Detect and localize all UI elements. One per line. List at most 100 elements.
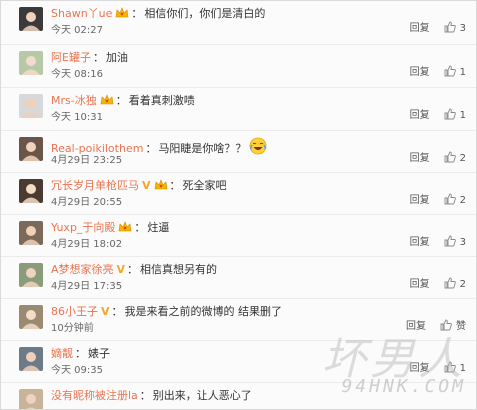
like-button[interactable]: 2 [444, 151, 466, 166]
comment-item: 86小王子 V：我是来看之前的微博的 结果删了 10分钟前 回复 赞 [1, 298, 476, 340]
avatar[interactable] [19, 347, 43, 371]
comment-actions: 回复 2 [410, 277, 466, 292]
like-button[interactable]: 1 [444, 361, 466, 376]
colon-separator: ： [139, 389, 151, 402]
reply-button[interactable]: 回复 [410, 279, 430, 290]
comment-actions: 回复 3 [410, 21, 466, 36]
timestamp: 今天 02:27 [51, 25, 103, 36]
thumbs-up-icon [444, 108, 456, 121]
username-link[interactable]: 嫡靓 [51, 347, 73, 360]
comment-panel: Shawn丫ue：相信你们，你们是清白的 今天 02:27 回复 3 阿E罐子：加油 今天… [0, 0, 477, 410]
reply-button[interactable]: 回复 [410, 363, 430, 374]
avatar[interactable] [19, 179, 43, 203]
comment-text: 别出来，让人恶心了 [152, 389, 252, 402]
comment-text: 炷逼 [147, 221, 170, 234]
comment-item: 嫡靓：婊子 今天 09:35 回复 1 [1, 340, 476, 382]
comment-text: 死全家吧 [182, 179, 227, 192]
timestamp: 4月29日 18:02 [51, 239, 123, 250]
like-button[interactable]: 赞 [440, 319, 466, 334]
like-count: 2 [459, 195, 466, 206]
reply-button[interactable]: 回复 [410, 23, 430, 34]
colon-separator: ： [115, 94, 127, 107]
reply-button[interactable]: 回复 [410, 195, 430, 206]
like-button[interactable]: 1 [444, 65, 466, 80]
avatar[interactable] [19, 7, 43, 31]
reply-button[interactable]: 回复 [410, 237, 430, 248]
avatar[interactable] [19, 94, 43, 118]
timestamp: 今天 10:31 [51, 112, 103, 123]
comment-item: Real-poikilothem：马阳睫是你啥？？ 4月29日 23:25 回复 2 [1, 130, 476, 172]
comment-text: 相信你们，你们是清白的 [144, 7, 266, 20]
timestamp: 4月29日 20:55 [51, 197, 123, 208]
colon-separator: ： [134, 221, 146, 234]
comment-item: 阿E罐子：加油 今天 08:16 回复 1 [1, 44, 476, 87]
verified-v-icon: V [142, 179, 151, 192]
comment-item: Shawn丫ue ：相信你们，你们是清白的今天 02:27 回复 3 [1, 1, 476, 44]
like-count: 赞 [456, 321, 466, 332]
vip-crown-icon [118, 221, 132, 237]
comment-item: Mrs-冰独 ：看着真刺激啧 今天 10:31 回复 1 [1, 87, 476, 130]
username-link[interactable]: Mrs-冰独 [51, 94, 97, 107]
reply-button[interactable]: 回复 [410, 67, 430, 78]
like-count: 3 [459, 23, 466, 34]
colon-separator: ： [131, 7, 143, 20]
thumbs-up-icon [444, 361, 456, 374]
comment-actions: 回复 2 [410, 193, 466, 208]
thumbs-up-icon [440, 319, 452, 332]
username-link[interactable]: Yuxp_于向殿 [51, 221, 115, 234]
colon-separator: ： [145, 142, 157, 155]
comment-line: 冗长岁月单枪匹马 V ：死全家吧 [51, 179, 227, 195]
comment-line: 嫡靓：婊子 [51, 347, 110, 361]
avatar[interactable] [19, 263, 43, 287]
username-link[interactable]: A梦想家徐亮 [51, 263, 114, 276]
vip-crown-icon [154, 179, 168, 195]
timestamp: 今天 08:16 [51, 69, 103, 80]
comment-actions: 回复 1 [410, 361, 466, 376]
avatar[interactable] [19, 137, 43, 161]
reply-button[interactable]: 回复 [410, 110, 430, 121]
laugh-cry-emoji-icon [249, 137, 267, 159]
comment-line: 没有昵称被注册la：别出来，让人恶心了 [51, 389, 252, 403]
username-link[interactable]: 没有昵称被注册la [51, 389, 138, 402]
username-link[interactable]: 阿E罐子 [51, 51, 91, 64]
avatar[interactable] [19, 51, 43, 75]
thumbs-up-icon [444, 65, 456, 78]
comment-text: 加油 [105, 51, 128, 64]
like-count: 1 [459, 363, 466, 374]
comment-actions: 回复 1 [410, 108, 466, 123]
comment-item: 没有昵称被注册la：别出来，让人恶心了 [1, 382, 476, 409]
comment-actions: 回复 1 [410, 65, 466, 80]
avatar[interactable] [19, 305, 43, 329]
username-link[interactable]: Shawn丫ue [51, 7, 112, 20]
like-count: 2 [459, 279, 466, 290]
comment-line: 阿E罐子：加油 [51, 51, 128, 65]
comment-text: 我是来看之前的微博的 结果删了 [124, 305, 283, 318]
comment-line: A梦想家徐亮 V：相信真想另有的 [51, 263, 217, 277]
like-button[interactable]: 2 [444, 193, 466, 208]
like-count: 3 [459, 237, 466, 248]
comment-text: 相信真想另有的 [140, 263, 218, 276]
like-count: 1 [459, 67, 466, 78]
like-button[interactable]: 3 [444, 21, 466, 36]
username-link[interactable]: 86小王子 [51, 305, 98, 318]
verified-v-icon: V [116, 263, 126, 276]
reply-button[interactable]: 回复 [410, 153, 430, 164]
like-button[interactable]: 1 [444, 108, 466, 123]
comment-item: Yuxp_于向殿 ：炷逼 4月29日 18:02 回复 3 [1, 214, 476, 256]
avatar[interactable] [19, 389, 43, 409]
colon-separator: ： [92, 51, 104, 64]
comment-actions: 回复 3 [410, 235, 466, 250]
vip-crown-icon [115, 7, 129, 23]
like-button[interactable]: 2 [444, 277, 466, 292]
reply-button[interactable]: 回复 [406, 321, 426, 332]
thumbs-up-icon [444, 193, 456, 206]
comment-actions: 回复 2 [410, 151, 466, 166]
username-link[interactable]: 冗长岁月单枪匹马 [51, 179, 139, 192]
like-button[interactable]: 3 [444, 235, 466, 250]
thumbs-up-icon [444, 277, 456, 290]
verified-v-icon: V [101, 305, 110, 318]
colon-separator: ： [111, 305, 123, 318]
avatar[interactable] [19, 221, 43, 245]
comment-list: Shawn丫ue：相信你们，你们是清白的 今天 02:27 回复 3 阿E罐子：加油 今天… [1, 1, 476, 409]
username-link[interactable]: Real-poikilothem [51, 142, 143, 155]
